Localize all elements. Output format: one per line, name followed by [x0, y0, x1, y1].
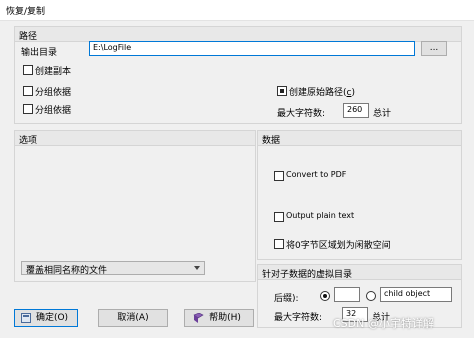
zero-byte-label: 将0字节区域划为闲散空间 [286, 241, 391, 251]
csdn-watermark: CSDN @小宇特详解 [333, 317, 434, 330]
output-dir-value: E:\LogFile [93, 43, 132, 52]
ok-button[interactable]: 确定(O) [14, 309, 78, 327]
path-panel-header: 路径 [15, 27, 461, 42]
cancel-label: 取消(A) [117, 313, 149, 323]
create-original-path-checkbox[interactable] [277, 86, 287, 96]
options-panel-header: 选项 [15, 131, 255, 146]
suffix-label: 后缀): [274, 294, 299, 304]
chevron-down-icon [194, 266, 200, 270]
group-by-2-label: 分组依据 [35, 106, 72, 116]
virtual-dir-panel-title: 针对子数据的虚拟目录 [262, 270, 353, 280]
overwrite-select[interactable]: 覆盖相同名称的文件 [21, 261, 205, 276]
create-original-path-text: 创建原始路径( [289, 88, 347, 98]
path-panel: 路径 输出目录 E:\LogFile ... 创建副本 分组依据 分组依据 创建… [14, 26, 462, 124]
create-copy-label: 创建副本 [35, 67, 72, 77]
output-plain-text-checkbox[interactable] [274, 212, 284, 222]
overwrite-select-value: 覆盖相同名称的文件 [26, 266, 108, 276]
output-plain-text-label: Output plain text [286, 211, 355, 220]
window-title: 恢复/复制 [6, 7, 46, 17]
virtual-dir-panel-header: 针对子数据的虚拟目录 [258, 265, 461, 280]
zero-byte-checkbox[interactable] [274, 239, 284, 249]
output-dir-input[interactable]: E:\LogFile [89, 41, 415, 56]
help-button[interactable]: 帮助(H) [184, 309, 254, 327]
options-panel: 选项 覆盖相同名称的文件 [14, 130, 256, 282]
max-chars-label: 最大字符数: [277, 109, 326, 119]
convert-pdf-label: Convert to PDF [286, 170, 347, 179]
help-book-icon [193, 313, 204, 323]
cancel-button[interactable]: 取消(A) [98, 309, 168, 327]
max-chars-value: 260 [347, 105, 363, 114]
help-label: 帮助(H) [209, 313, 241, 323]
create-copy-checkbox[interactable] [23, 65, 33, 75]
group-by-1-checkbox[interactable] [23, 86, 33, 96]
create-original-path-label: 创建原始路径(c) [289, 85, 355, 98]
ok-label: 确定(O) [35, 313, 69, 323]
group-by-2-checkbox[interactable] [23, 104, 33, 114]
data-panel-title: 数据 [262, 136, 281, 146]
group-by-1-label: 分组依据 [35, 88, 72, 98]
ok-icon [21, 313, 31, 323]
data-panel-header: 数据 [258, 131, 461, 146]
convert-pdf-checkbox[interactable] [274, 171, 284, 181]
child-object-value: child object [384, 289, 431, 298]
suffix-radio[interactable] [320, 291, 330, 301]
data-panel: 数据 Convert to PDF Output plain text 将0字节… [257, 130, 462, 260]
browse-label: ... [429, 43, 439, 53]
path-panel-title: 路径 [19, 32, 38, 42]
browse-button[interactable]: ... [421, 41, 447, 56]
virtual-max-chars-label: 最大字符数: [274, 313, 323, 323]
create-original-path-suffix: ) [351, 88, 355, 98]
suffix-input[interactable] [334, 287, 360, 302]
options-panel-title: 选项 [19, 136, 38, 146]
max-chars-unit: 总计 [373, 109, 392, 119]
max-chars-input[interactable]: 260 [343, 103, 369, 118]
title-bar: 恢复/复制 [0, 0, 474, 21]
child-object-input[interactable]: child object [380, 287, 452, 302]
child-object-radio[interactable] [366, 291, 376, 301]
output-dir-label: 输出目录 [21, 48, 58, 58]
